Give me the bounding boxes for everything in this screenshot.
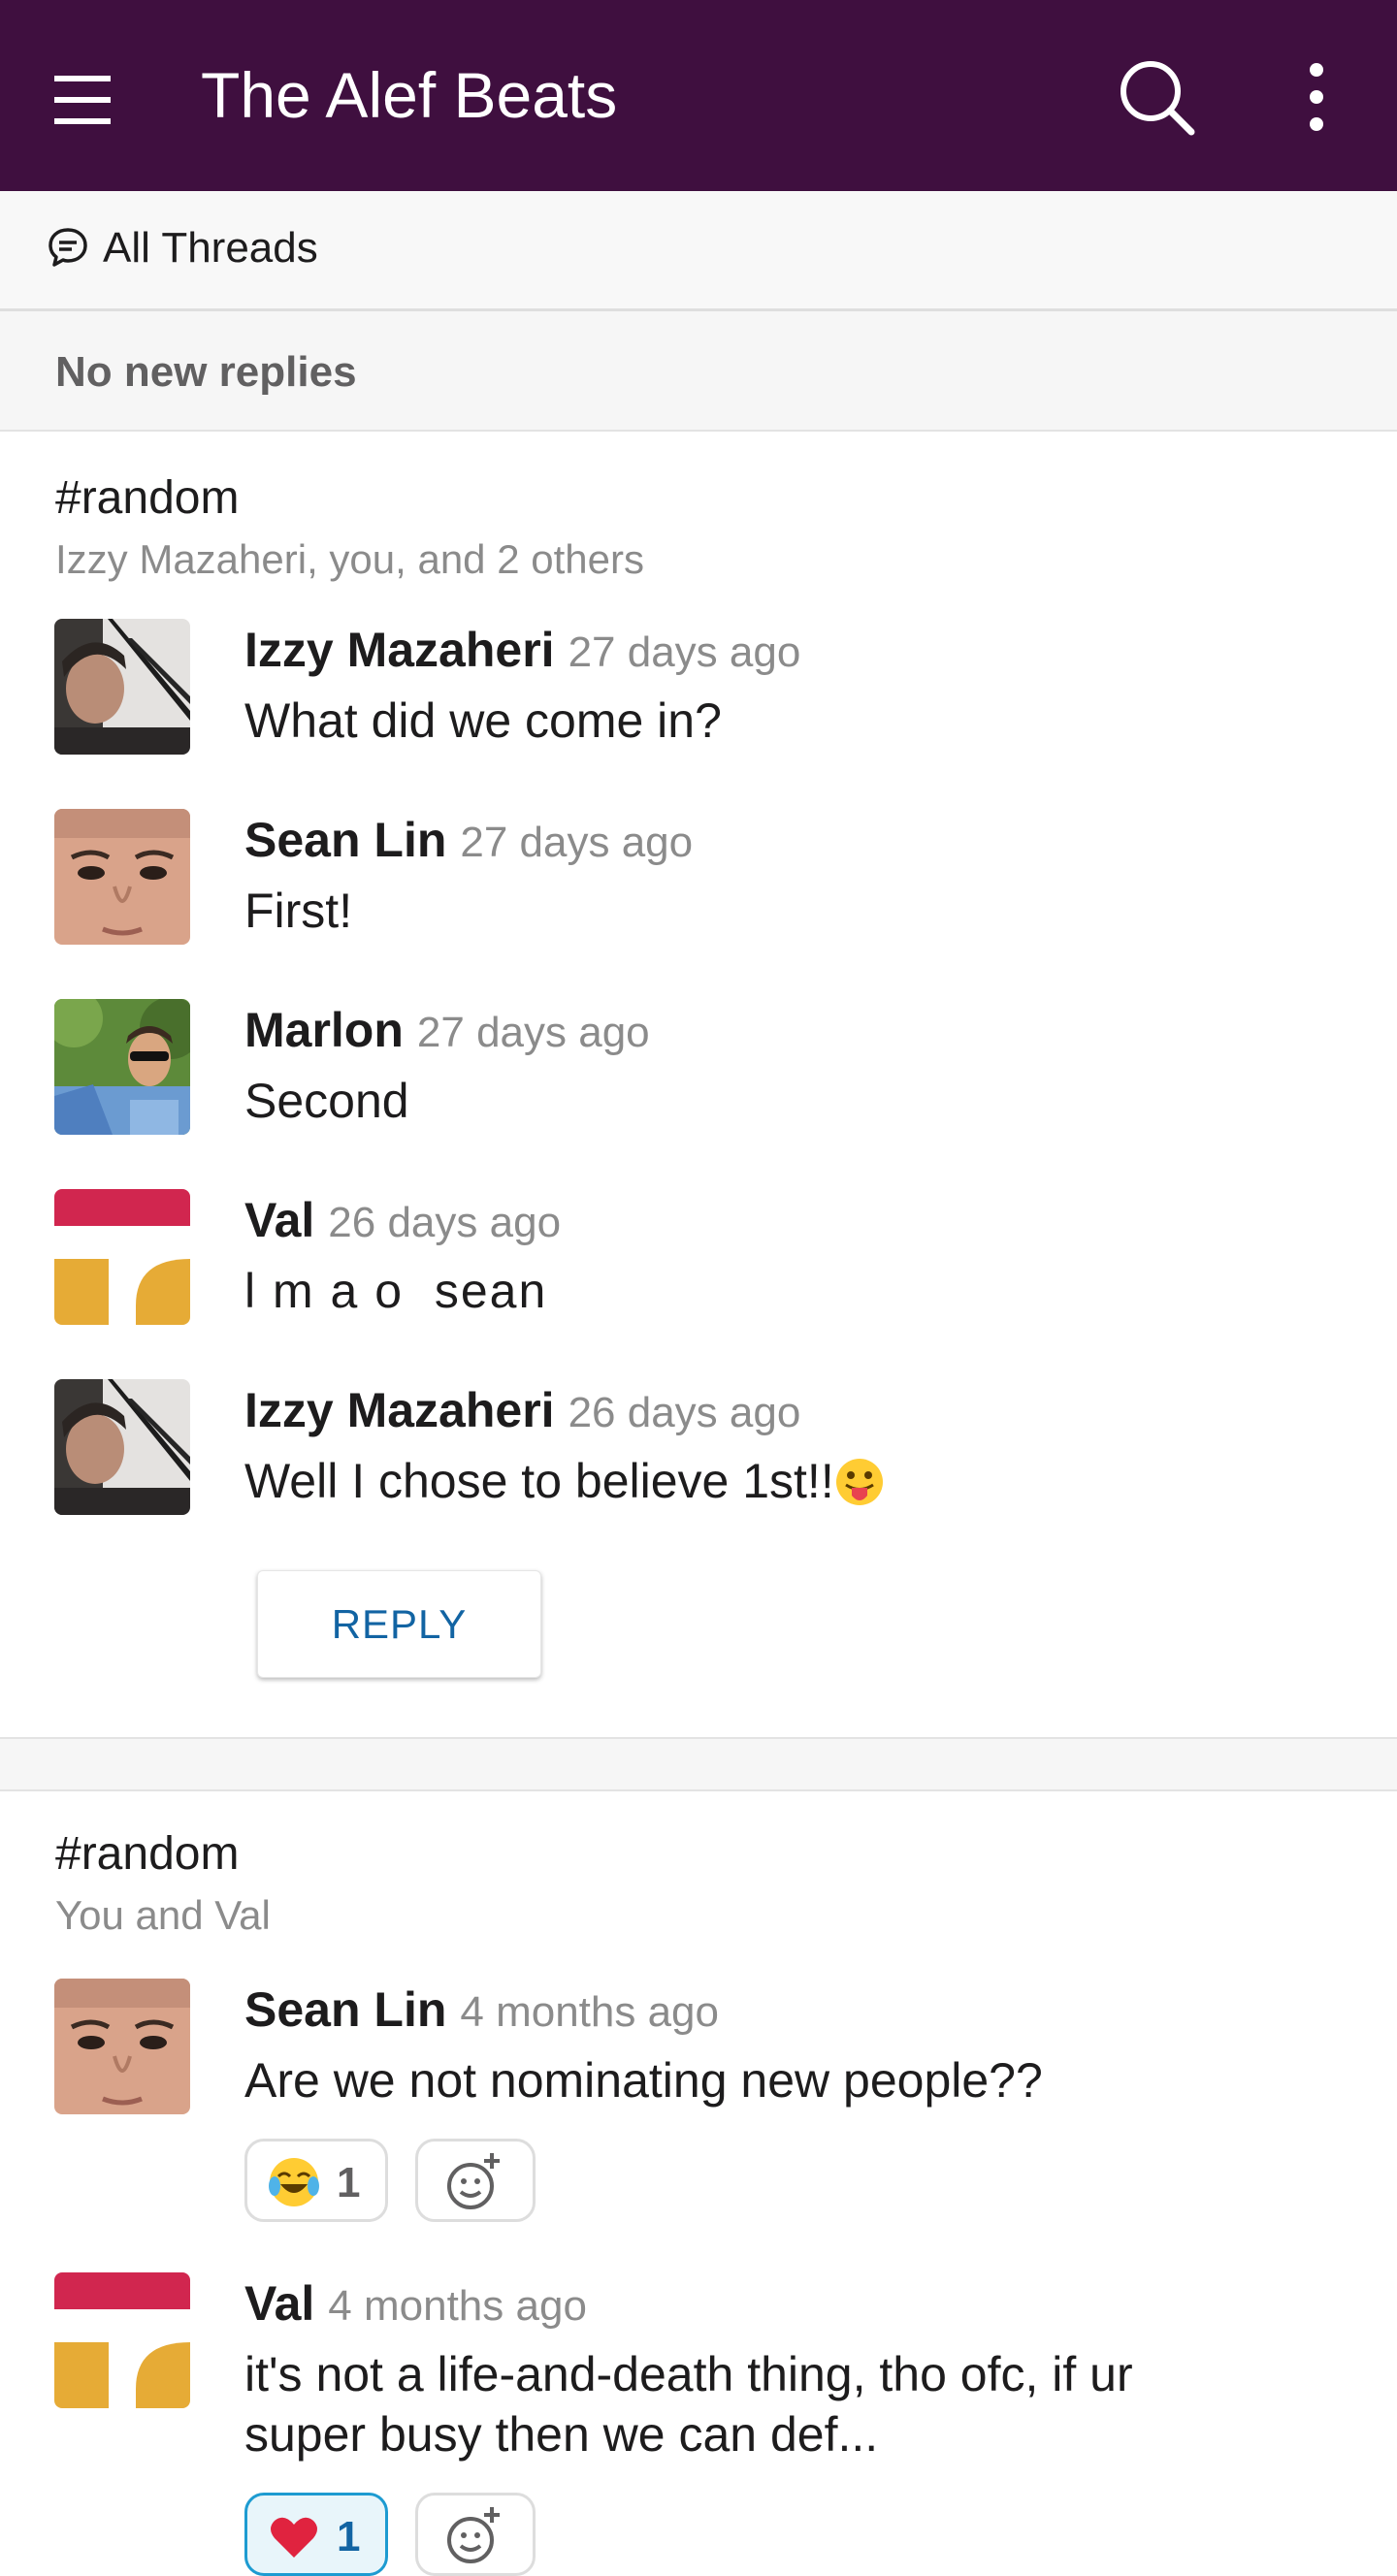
no-new-replies-text: No new replies — [55, 348, 357, 396]
workspace-title: The Alef Beats — [201, 59, 618, 131]
avatar-sean-lin[interactable] — [54, 809, 190, 945]
threads-icon — [49, 228, 87, 267]
message-author[interactable]: Izzy Mazaheri 27 days ago — [244, 619, 800, 684]
reaction-heart[interactable]: 1 — [244, 2493, 388, 2576]
thread-channel-name[interactable]: #random — [55, 470, 239, 527]
thread-participants: You and Val — [55, 1892, 271, 1938]
author-name[interactable]: Izzy Mazaheri — [244, 1383, 555, 1437]
message-author[interactable]: Val 26 days ago — [244, 1189, 561, 1254]
author-name[interactable]: Val — [244, 1193, 314, 1247]
avatar-val[interactable] — [54, 2272, 190, 2408]
author-name[interactable]: Sean Lin — [244, 1982, 446, 2037]
message-text: What did we come in? — [244, 693, 722, 748]
add-reaction-icon — [447, 2507, 500, 2563]
joy-emoji — [269, 2158, 319, 2206]
message-author[interactable]: Marlon 27 days ago — [244, 999, 650, 1064]
reaction-count: 1 — [337, 2159, 361, 2206]
message-author[interactable]: Sean Lin 4 months ago — [244, 1979, 719, 2044]
reply-button[interactable]: REPLY — [257, 1570, 541, 1678]
add-reaction-button[interactable] — [415, 2139, 536, 2222]
message-text: l m a o sean — [244, 1264, 548, 1318]
message-text: Well I chose to believe 1st!! — [244, 1451, 1292, 1511]
add-reaction-button[interactable] — [415, 2493, 536, 2576]
reaction-count: 1 — [337, 2513, 361, 2560]
message-author[interactable]: Val 4 months ago — [244, 2272, 587, 2337]
all-threads-label: All Threads — [103, 224, 318, 272]
message-timestamp: 26 days ago — [568, 1389, 801, 1436]
message-text: Are we not nominating new people?? — [244, 2053, 1043, 2108]
message-timestamp: 27 days ago — [460, 819, 694, 866]
avatar-marlon[interactable] — [54, 999, 190, 1135]
author-name[interactable]: Izzy Mazaheri — [244, 623, 555, 677]
search-icon[interactable] — [1116, 56, 1197, 138]
thread-participants: Izzy Mazaheri, you, and 2 others — [55, 536, 644, 582]
message-timestamp: 4 months ago — [328, 2282, 587, 2330]
message-timestamp: 4 months ago — [460, 1988, 719, 2036]
avatar-izzy-mazaheri[interactable] — [54, 619, 190, 755]
message-text: it's not a life-and-death thing, tho ofc… — [244, 2347, 1133, 2462]
app-bar: The Alef Beats — [0, 0, 1397, 191]
avatar-sean-lin[interactable] — [54, 1979, 190, 2114]
message-author[interactable]: Sean Lin 27 days ago — [244, 809, 693, 874]
thread-separator — [0, 1737, 1397, 1791]
more-vertical-icon[interactable] — [1281, 56, 1352, 138]
reaction-joy[interactable]: 1 — [244, 2139, 388, 2222]
message-timestamp: 27 days ago — [416, 1009, 650, 1056]
add-reaction-icon — [447, 2153, 500, 2209]
author-name[interactable]: Marlon — [244, 1003, 404, 1057]
tongue-face-emoji — [835, 1459, 883, 1505]
message-timestamp: 27 days ago — [568, 628, 801, 676]
message-author[interactable]: Izzy Mazaheri 26 days ago — [244, 1379, 800, 1444]
message-text-content: Well I chose to believe 1st!! — [244, 1454, 834, 1508]
no-new-replies-banner: No new replies — [0, 311, 1397, 432]
message-text: First! — [244, 884, 353, 938]
avatar-val[interactable] — [54, 1189, 190, 1325]
heart-emoji — [271, 2517, 317, 2558]
thread-channel-name[interactable]: #random — [55, 1826, 239, 1883]
author-name[interactable]: Sean Lin — [244, 813, 446, 867]
hamburger-icon[interactable] — [47, 56, 124, 134]
message-text: Second — [244, 1074, 409, 1128]
avatar-izzy-mazaheri[interactable] — [54, 1379, 190, 1515]
message-timestamp: 26 days ago — [328, 1199, 562, 1246]
all-threads-bar[interactable]: All Threads — [0, 191, 1397, 311]
author-name[interactable]: Val — [244, 2276, 314, 2331]
